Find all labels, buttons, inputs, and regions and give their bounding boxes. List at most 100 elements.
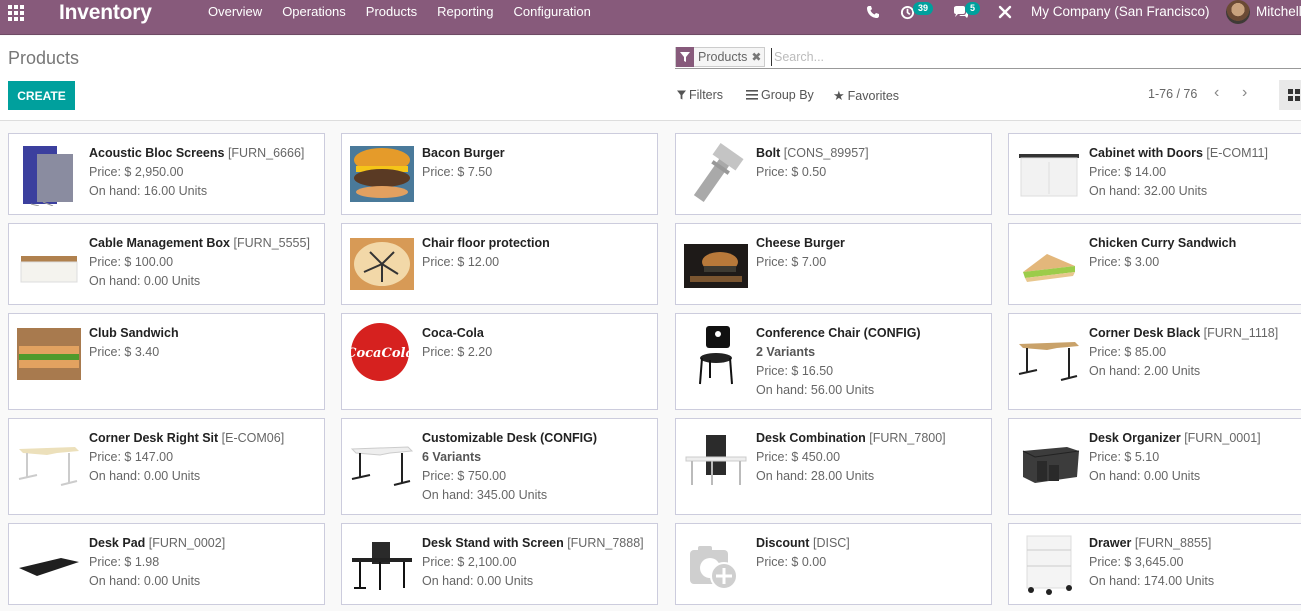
product-card[interactable]: Desk Pad [FURN_0002] Price: $ 1.98 On hand…: [8, 523, 325, 605]
product-variants: 6 Variants: [422, 450, 482, 464]
menu-overview[interactable]: Overview: [198, 0, 272, 24]
favorites-label: Favorites: [847, 89, 900, 103]
product-price: Price: $ 2,950.00: [89, 165, 184, 179]
filter-icon: [676, 47, 694, 67]
product-card[interactable]: Corner Desk Right Sit [E-COM06] Price: $ …: [8, 418, 325, 515]
menu-products[interactable]: Products: [356, 0, 427, 24]
kanban-view-button[interactable]: [1279, 80, 1301, 110]
product-image-cable-box: [20, 256, 78, 283]
product-reference: [FURN_8855]: [1134, 536, 1212, 550]
product-image-desk-organizer: [1022, 447, 1080, 483]
product-price: Price: $ 0.00: [756, 555, 827, 569]
product-on-hand: On hand: 0.00 Units: [1089, 469, 1201, 483]
product-card[interactable]: Conference Chair (CONFIG) 2 Variants Price…: [675, 313, 992, 410]
product-price: Price: $ 85.00: [1089, 345, 1167, 359]
product-card[interactable]: Cabinet with Doors [E-COM11] Price: $ 14.…: [1008, 133, 1301, 215]
product-name: Desk Combination: [756, 431, 866, 445]
product-card[interactable]: Drawer [FURN_8855] Price: $ 3,645.00 On ha…: [1008, 523, 1301, 605]
company-switcher[interactable]: My Company (San Francisco): [1031, 0, 1210, 24]
product-name: Conference Chair (CONFIG): [756, 326, 921, 340]
product-card[interactable]: Bolt [CONS_89957] Price: $ 0.50: [675, 133, 992, 215]
product-name: Chicken Curry Sandwich: [1089, 236, 1237, 250]
product-card[interactable]: Acoustic Bloc Screens [FURN_6666] Price: …: [8, 133, 325, 215]
product-name-line: Conference Chair (CONFIG): [756, 324, 983, 343]
product-name: Cable Management Box: [89, 236, 231, 250]
product-name-line: Bolt [CONS_89957]: [756, 144, 983, 163]
product-reference: [FURN_7800]: [869, 431, 946, 445]
product-card[interactable]: Discount [DISC] Price: $ 0.00: [675, 523, 992, 605]
product-card[interactable]: Desk Stand with Screen [FURN_7888] Price:…: [341, 523, 658, 605]
product-name-line: Cheese Burger: [756, 234, 983, 253]
tools-icon[interactable]: [998, 0, 1012, 24]
menu-operations[interactable]: Operations: [272, 0, 356, 24]
product-name-line: Acoustic Bloc Screens [FURN_6666]: [89, 144, 316, 163]
app-brand[interactable]: Inventory: [59, 1, 152, 25]
product-image-cabinet: [1019, 154, 1079, 197]
group-by-button[interactable]: Group By: [746, 88, 814, 102]
product-price: Price: $ 16.50: [756, 364, 834, 378]
product-image-camera-placeholder: [690, 546, 738, 590]
product-card[interactable]: Club Sandwich Price: $ 3.40: [8, 313, 325, 410]
product-image-burger: [350, 146, 414, 202]
product-card[interactable]: Chair floor protection Price: $ 12.00: [341, 223, 658, 305]
menu-reporting[interactable]: Reporting: [427, 0, 503, 24]
pager-next-icon[interactable]: ›: [1242, 84, 1247, 102]
pager-previous-icon[interactable]: ‹: [1214, 84, 1219, 102]
product-name-line: Chicken Curry Sandwich: [1089, 234, 1299, 253]
favorites-button[interactable]: ★ Favorites: [833, 88, 899, 104]
product-price: Price: $ 14.00: [1089, 165, 1167, 179]
product-image-burger: [684, 244, 748, 288]
product-image-desk-stand: [352, 542, 412, 590]
product-info: Chair floor protection Price: $ 12.00: [422, 234, 649, 272]
product-info: Corner Desk Black [FURN_1118] Price: $ 85…: [1089, 324, 1299, 381]
search-input[interactable]: [771, 48, 1291, 66]
product-name: Coca-Cola: [422, 326, 484, 340]
page-title: Products: [8, 48, 80, 68]
product-reference: [FURN_0001]: [1184, 431, 1261, 445]
user-avatar[interactable]: [1226, 0, 1250, 24]
facet-remove-icon[interactable]: ✖: [751, 50, 764, 64]
product-reference: [DISC]: [812, 536, 850, 550]
product-price: Price: $ 750.00: [422, 469, 507, 483]
phone-icon[interactable]: [866, 0, 880, 24]
product-card[interactable]: Desk Organizer [FURN_0001] Price: $ 5.10 O…: [1008, 418, 1301, 515]
product-card[interactable]: Cheese Burger Price: $ 7.00: [675, 223, 992, 305]
product-info: Coca-Cola Price: $ 2.20: [422, 324, 649, 362]
apps-grid-icon[interactable]: [8, 5, 28, 25]
product-name-line: Bacon Burger: [422, 144, 649, 163]
product-card[interactable]: Cable Management Box [FURN_5555] Price: $…: [8, 223, 325, 305]
product-info: Corner Desk Right Sit [E-COM06] Price: $ …: [89, 429, 316, 486]
create-button[interactable]: CREATE: [8, 81, 75, 110]
product-card[interactable]: Customizable Desk (CONFIG) 6 Variants Pric…: [341, 418, 658, 515]
product-card[interactable]: Chicken Curry Sandwich Price: $ 3.00: [1008, 223, 1301, 305]
menu-configuration[interactable]: Configuration: [503, 0, 600, 24]
product-image-acoustic-screen: [23, 146, 73, 206]
user-menu[interactable]: Mitchell: [1256, 0, 1301, 24]
product-card[interactable]: CocaCola Coca-Cola Price: $ 2.20: [341, 313, 658, 410]
product-name: Customizable Desk (CONFIG): [422, 431, 598, 445]
filters-button[interactable]: Filters: [677, 88, 723, 102]
product-name: Corner Desk Right Sit: [89, 431, 219, 445]
product-card[interactable]: Bacon Burger Price: $ 7.50: [341, 133, 658, 215]
product-card[interactable]: Desk Combination [FURN_7800] Price: $ 450…: [675, 418, 992, 515]
activity-clock-icon[interactable]: [900, 0, 915, 24]
product-info: Cabinet with Doors [E-COM11] Price: $ 14.…: [1089, 144, 1299, 201]
product-card[interactable]: Corner Desk Black [FURN_1118] Price: $ 85…: [1008, 313, 1301, 410]
product-name: Club Sandwich: [89, 326, 179, 340]
product-price: Price: $ 3.00: [1089, 255, 1160, 269]
product-image-sandwich: [17, 328, 81, 380]
activity-count-badge: 39: [913, 2, 934, 15]
product-on-hand: On hand: 345.00 Units: [422, 488, 548, 502]
star-icon: ★: [833, 88, 845, 103]
product-name: Corner Desk Black: [1089, 326, 1201, 340]
pager-value[interactable]: 1-76 / 76: [1148, 87, 1197, 101]
control-panel: Products CREATE Products ✖ Filters Group…: [0, 36, 1301, 121]
product-info: Cheese Burger Price: $ 7.00: [756, 234, 983, 272]
product-info: Desk Combination [FURN_7800] Price: $ 450…: [756, 429, 983, 486]
product-reference: [FURN_5555]: [233, 236, 310, 250]
product-name-line: Chair floor protection: [422, 234, 649, 253]
product-image-coca-cola: CocaCola: [350, 323, 414, 381]
product-price: Price: $ 3.40: [89, 345, 160, 359]
product-name-line: Cabinet with Doors [E-COM11]: [1089, 144, 1299, 163]
product-on-hand: On hand: 0.00 Units: [422, 574, 534, 588]
